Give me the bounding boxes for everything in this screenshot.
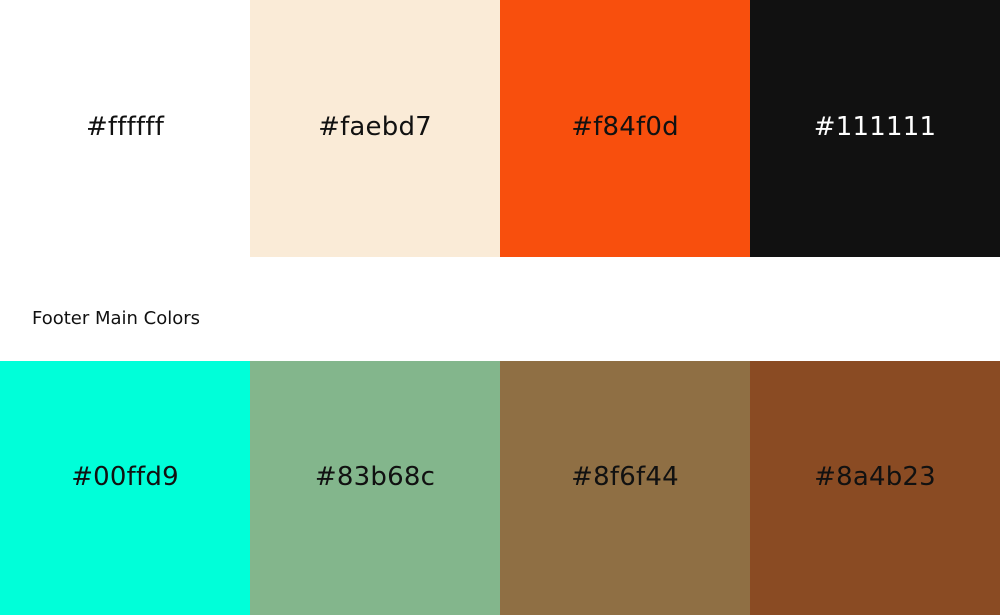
color-swatch: #8a4b23 (750, 361, 1000, 615)
swatch-hex-label: #111111 (813, 111, 937, 142)
color-swatch: #ffffff (0, 0, 250, 257)
color-swatch: #8f6f44 (500, 361, 750, 615)
swatch-hex-label: #00ffd9 (71, 462, 179, 492)
color-swatch: #faebd7 (250, 0, 500, 257)
color-swatch: #83b68c (250, 361, 500, 615)
swatch-hex-label: #8f6f44 (571, 462, 679, 492)
footer-swatch-row: #00ffd9 #83b68c #8f6f44 #8a4b23 (0, 361, 1000, 615)
footer-colors-heading: Footer Main Colors (32, 308, 201, 329)
top-swatch-row: #ffffff #faebd7 #f84f0d #111111 (0, 0, 1000, 257)
swatch-hex-label: #8a4b23 (814, 462, 936, 492)
swatch-hex-label: #faebd7 (318, 111, 432, 142)
swatch-hex-label: #f84f0d (571, 111, 679, 142)
swatch-hex-label: #ffffff (85, 111, 165, 142)
color-swatch: #111111 (750, 0, 1000, 257)
color-swatch: #f84f0d (500, 0, 750, 257)
color-swatch: #00ffd9 (0, 361, 250, 615)
swatch-hex-label: #83b68c (314, 462, 436, 492)
